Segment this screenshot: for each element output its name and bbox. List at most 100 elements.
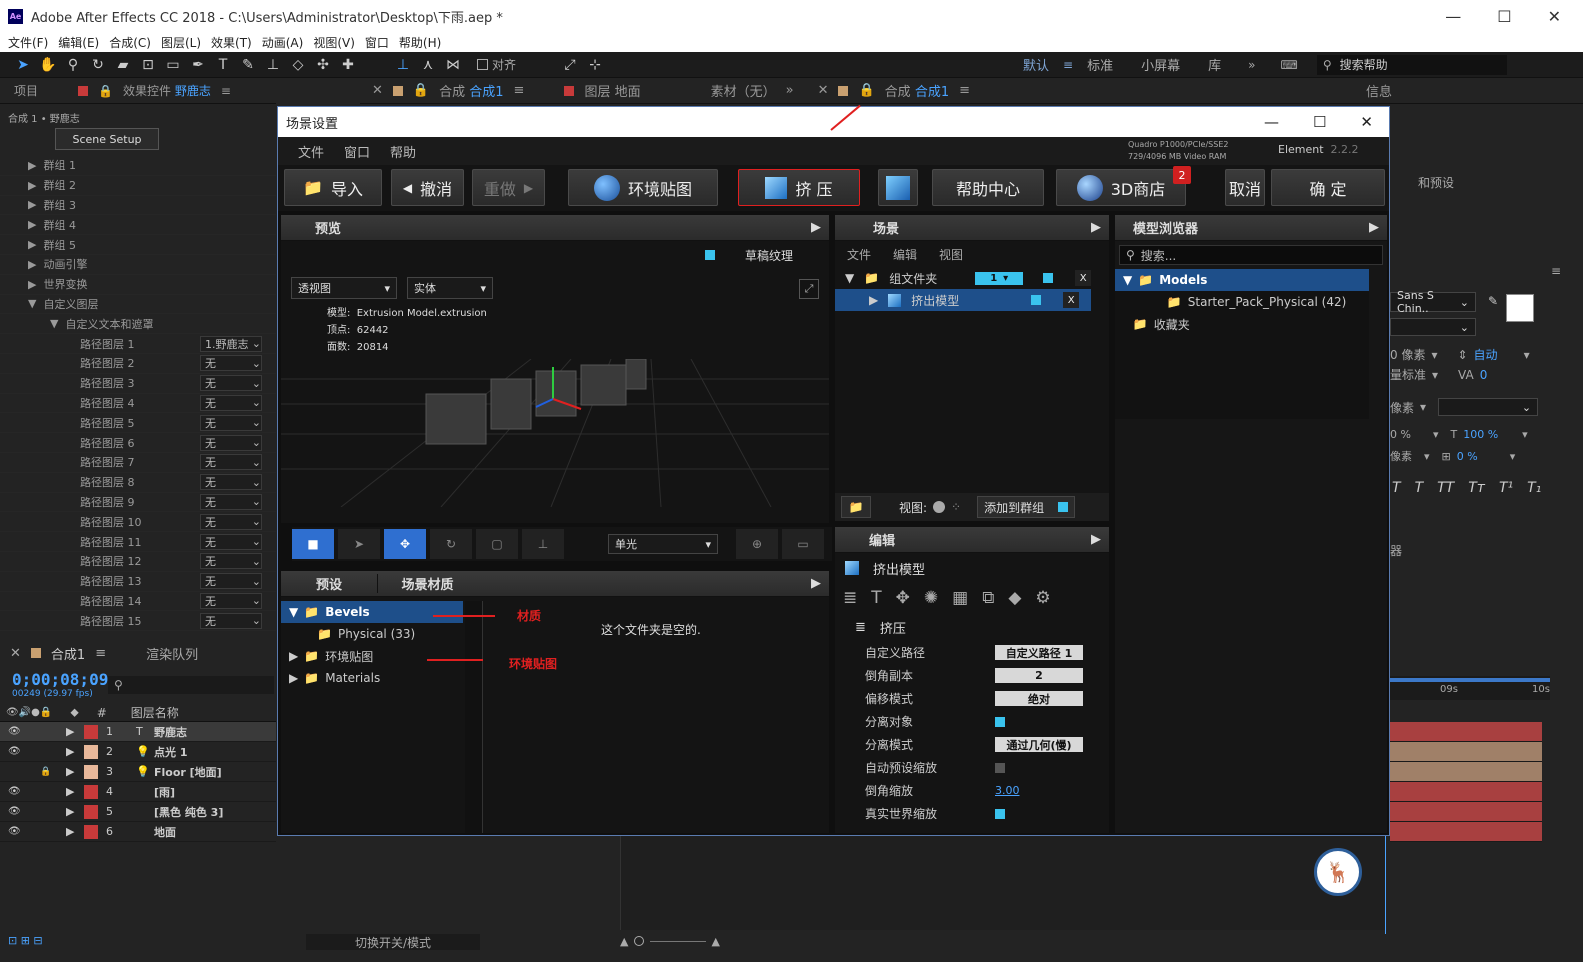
effect-group[interactable]: ▶ 世界变换 bbox=[0, 275, 276, 295]
target-icon[interactable]: ⊕ bbox=[736, 529, 778, 559]
selection-tool-icon[interactable]: ➤ bbox=[12, 54, 34, 76]
material-icon[interactable]: ▦ bbox=[952, 588, 968, 608]
menu-item[interactable]: 窗口 bbox=[365, 34, 389, 51]
camera-tool-icon[interactable]: ▰ bbox=[112, 54, 134, 76]
viewport-3d[interactable] bbox=[281, 359, 829, 507]
label-color[interactable] bbox=[84, 724, 98, 739]
hand-tool-icon[interactable]: ✋ bbox=[37, 54, 59, 76]
group-visible-toggle[interactable] bbox=[1043, 273, 1054, 283]
scene-menu-item[interactable]: 视图 bbox=[939, 246, 963, 263]
scale-tool-icon[interactable]: ▢ bbox=[476, 529, 518, 559]
cancel-button[interactable]: 取消 bbox=[1225, 169, 1265, 206]
browser-tree-item[interactable]: ▼ 📁 Models bbox=[1115, 269, 1369, 291]
cube-button[interactable] bbox=[878, 169, 918, 206]
move-tool-icon[interactable]: ✥ bbox=[384, 529, 426, 559]
property-checkbox[interactable] bbox=[995, 808, 1005, 819]
group-delete-button[interactable]: X bbox=[1075, 270, 1092, 286]
font-size-value[interactable]: 0 像素 bbox=[1390, 346, 1425, 363]
path-layer-select[interactable]: 无 ⌄ bbox=[200, 355, 262, 372]
tab-layer[interactable]: 图层 地面 bbox=[584, 81, 640, 100]
fill-color-swatch[interactable] bbox=[1506, 294, 1534, 322]
effect-group[interactable]: ▶ 群组 3 bbox=[0, 196, 276, 216]
snap-icon[interactable]: ⤢ bbox=[559, 54, 581, 76]
3d-store-button[interactable]: 3D商店 2 bbox=[1056, 166, 1191, 206]
eye-icon[interactable]: 👁 bbox=[8, 806, 22, 817]
path-layer-select[interactable]: 无 ⌄ bbox=[200, 394, 262, 411]
path-layer-select[interactable]: 无 ⌄ bbox=[200, 553, 262, 570]
rectangle-tool-icon[interactable]: ▭ bbox=[162, 54, 184, 76]
small-caps-icon[interactable]: Tт bbox=[1468, 480, 1485, 496]
panel-menu-icon[interactable]: ≡ bbox=[221, 84, 231, 98]
vertical-scale-value[interactable]: 100 % bbox=[1463, 428, 1498, 441]
eye-icon[interactable]: 👁 bbox=[8, 786, 22, 797]
tab-timeline-comp[interactable]: 合成1 bbox=[51, 644, 85, 663]
layer-duration-bar[interactable] bbox=[1390, 742, 1542, 762]
effect-group[interactable]: ▶ 群组 4 bbox=[0, 215, 276, 236]
maximize-icon[interactable]: ☐ bbox=[1497, 7, 1511, 26]
snap-grid-icon[interactable]: ⊹ bbox=[584, 54, 606, 76]
font-family-select[interactable]: Sans S Chin.. ⌄ bbox=[1390, 289, 1476, 315]
group-folder-row[interactable]: ▼ 📁 组文件夹 1 ▾ X bbox=[835, 267, 1109, 289]
property-checkbox[interactable] bbox=[995, 762, 1005, 773]
layer-row[interactable]: 👁 ▶ 1 T 野鹿志 bbox=[0, 722, 276, 742]
workspace-more-icon[interactable]: » bbox=[1248, 58, 1255, 72]
layer-row[interactable]: 🔒 ▶ 3 💡 Floor [地面] bbox=[0, 762, 276, 782]
menu-item[interactable]: 文件(F) bbox=[8, 34, 48, 51]
ok-button[interactable]: 确 定 bbox=[1271, 169, 1385, 206]
path-layer-select[interactable]: 无 ⌄ bbox=[200, 493, 262, 510]
add-to-group-button[interactable]: 添加到群组 bbox=[977, 496, 1076, 518]
path-layer-select[interactable]: 无 ⌄ bbox=[200, 474, 262, 491]
panel-menu-icon[interactable]: ≡ bbox=[95, 646, 106, 661]
font-style-select[interactable]: ⌄ bbox=[1390, 318, 1476, 336]
browser-tree-item[interactable]: 📁 Starter_Pack_Physical (42) bbox=[1115, 291, 1369, 313]
tabs-more-icon[interactable]: » bbox=[786, 83, 794, 98]
label-color[interactable] bbox=[84, 764, 98, 779]
stroke-select[interactable]: ⌄ bbox=[1438, 398, 1539, 416]
scene-menu-item[interactable]: 编辑 bbox=[893, 246, 917, 263]
draft-texture-checkbox[interactable] bbox=[704, 250, 715, 260]
dialog-menu-item[interactable]: 窗口 bbox=[344, 142, 370, 161]
env-map-button[interactable]: 环境贴图 bbox=[568, 169, 718, 206]
uv-icon[interactable]: ⧉ bbox=[982, 588, 994, 608]
preset-tree-item[interactable]: 📁 Physical (33) bbox=[281, 623, 463, 645]
menu-item[interactable]: 帮助(H) bbox=[399, 34, 441, 51]
help-center-button[interactable]: 帮助中心 bbox=[932, 169, 1044, 206]
settings-icon[interactable]: ⚙ bbox=[1035, 588, 1050, 608]
path-layer-select[interactable]: 无 ⌄ bbox=[200, 573, 262, 590]
dialog-close-icon[interactable]: ✕ bbox=[1360, 113, 1373, 131]
tab-presets[interactable]: 预设 bbox=[281, 574, 377, 593]
zoom-slider[interactable]: ▲ ▲ bbox=[620, 934, 720, 948]
label-color[interactable] bbox=[84, 824, 98, 839]
world-axis-icon[interactable]: ⋏ bbox=[417, 54, 439, 76]
rotate-tool-icon[interactable]: ↻ bbox=[430, 529, 472, 559]
label-color[interactable] bbox=[84, 784, 98, 799]
extrude-model-row[interactable]: ▶ 挤出模型 X bbox=[835, 289, 1091, 311]
property-checkbox[interactable] bbox=[995, 716, 1005, 727]
eyedropper-icon[interactable]: ✎ bbox=[1488, 294, 1498, 308]
label-color[interactable] bbox=[84, 804, 98, 819]
pane-expand-icon[interactable]: ▶ bbox=[1091, 220, 1101, 235]
preset-tree-item[interactable]: ▼ 📁 Bevels bbox=[281, 601, 463, 623]
eraser-tool-icon[interactable]: ◇ bbox=[287, 54, 309, 76]
tracking-value[interactable]: 0 bbox=[1480, 368, 1488, 382]
menu-item[interactable]: 效果(T) bbox=[211, 34, 252, 51]
path-layer-select[interactable]: 无 ⌄ bbox=[200, 533, 262, 550]
workspace-tab[interactable]: 默认 bbox=[1023, 55, 1049, 74]
preset-tree-item[interactable]: ▶ 📁 环境贴图 bbox=[281, 645, 463, 667]
tab-project[interactable]: 项目 bbox=[14, 82, 38, 99]
panel-menu-icon[interactable]: ≡ bbox=[1551, 264, 1561, 278]
property-value[interactable]: 2 bbox=[995, 668, 1083, 683]
fullscreen-icon[interactable]: ⤢ bbox=[799, 279, 819, 299]
menu-item[interactable]: 视图(V) bbox=[313, 34, 355, 51]
tab-footage[interactable]: 素材（无） bbox=[711, 81, 776, 100]
view-axis-icon[interactable]: ⋈ bbox=[442, 54, 464, 76]
view-mode-select[interactable]: 透视图 ▾ bbox=[291, 277, 397, 299]
select-tool-icon[interactable]: ➤ bbox=[338, 529, 380, 559]
preset-tree-item[interactable]: ▶ 📁 Materials bbox=[281, 667, 463, 689]
menu-item[interactable]: 动画(A) bbox=[262, 34, 304, 51]
workspace-menu-icon[interactable]: ≡ bbox=[1063, 58, 1073, 72]
extrude-props-icon[interactable]: ≣ bbox=[843, 588, 857, 608]
scene-setup-button[interactable]: Scene Setup bbox=[55, 128, 159, 150]
text-tool-icon[interactable]: T bbox=[212, 54, 234, 76]
path-layer-select[interactable]: 1.野鹿志 ⌄ bbox=[200, 335, 262, 352]
